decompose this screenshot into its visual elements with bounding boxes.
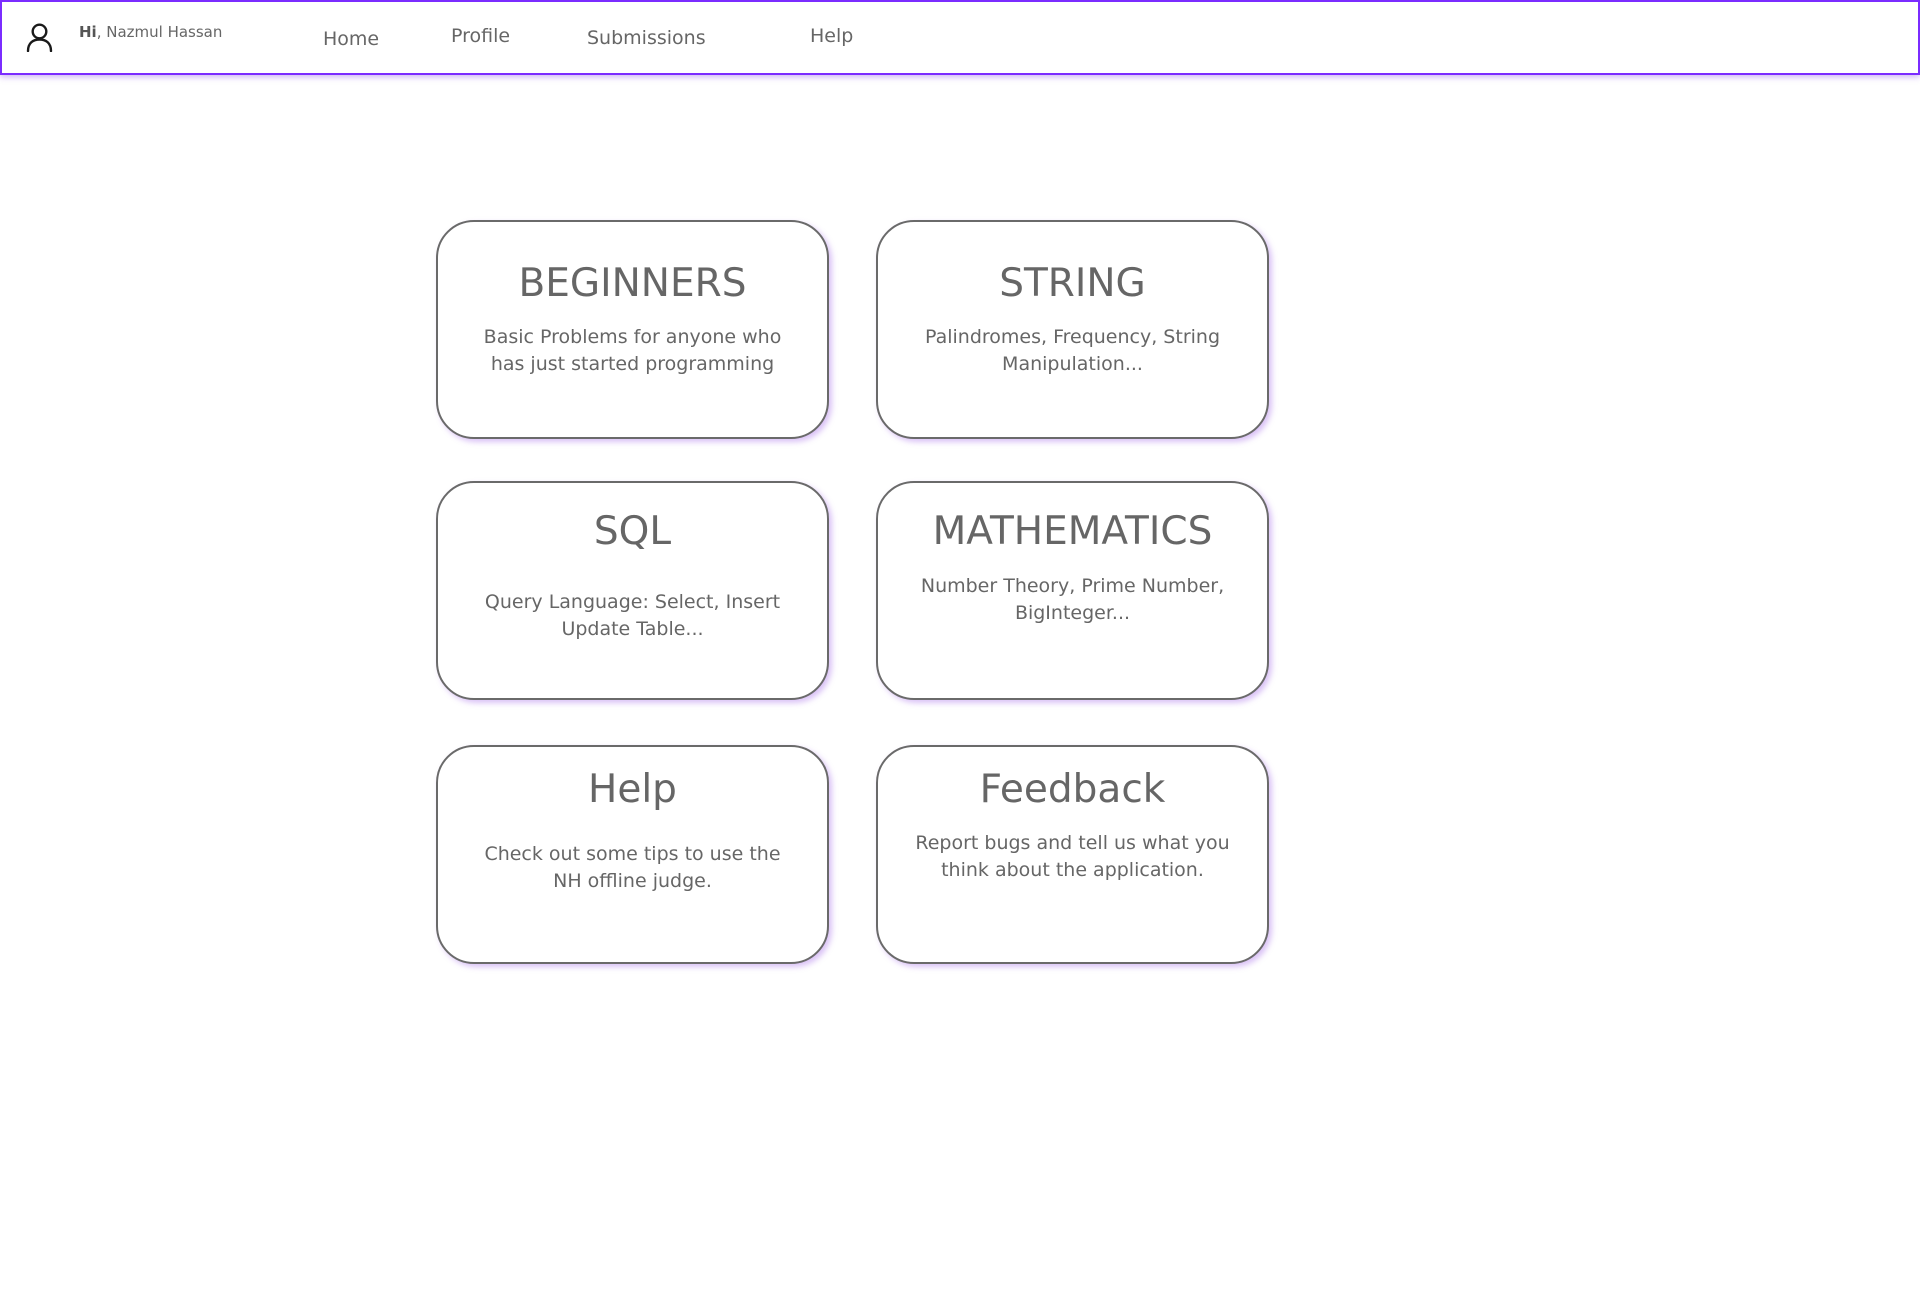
card-description-line: BigInteger... (1014, 602, 1131, 624)
card-title: MATHEMATICS (932, 509, 1213, 554)
nav-help-link[interactable]: Help (810, 25, 853, 47)
card-description: Query Language: Select, Insert Update Ta… (438, 589, 827, 643)
card-feedback[interactable]: Feedback Report bugs and tell us what yo… (876, 745, 1269, 964)
nav-home-link[interactable]: Home (323, 28, 379, 50)
card-title: STRING (999, 261, 1146, 306)
card-description-line: Query Language: Select, Insert (484, 591, 781, 613)
card-title: Feedback (979, 767, 1166, 812)
card-description-line: Check out some tips to use the (484, 843, 781, 865)
card-description-line: Update Table... (561, 618, 704, 640)
card-description-line: Palindromes, Frequency, String (924, 326, 1221, 348)
card-title: Help (588, 767, 677, 812)
card-description-line: Basic Problems for anyone who (483, 326, 782, 348)
card-description-line: Report bugs and tell us what you (915, 832, 1230, 854)
card-description: Report bugs and tell us what you think a… (878, 830, 1267, 884)
card-sql[interactable]: SQL Query Language: Select, Insert Updat… (436, 481, 829, 700)
card-description-line: think about the application. (941, 859, 1204, 881)
card-help[interactable]: Help Check out some tips to use the NH o… (436, 745, 829, 964)
card-description: Basic Problems for anyone who has just s… (438, 324, 827, 378)
nav-profile-link[interactable]: Profile (451, 25, 510, 47)
card-description: Check out some tips to use the NH offlin… (438, 841, 827, 895)
top-navigation-bar: Hi, Nazmul Hassan Home Profile Submissio… (0, 0, 1920, 75)
user-greeting: Hi, Nazmul Hassan (79, 23, 222, 41)
card-description-line: Number Theory, Prime Number, (920, 575, 1225, 597)
user-icon[interactable] (26, 23, 53, 52)
card-description: Number Theory, Prime Number, BigInteger.… (878, 573, 1267, 627)
nav-submissions-link[interactable]: Submissions (587, 27, 706, 49)
card-description-line: has just started programming (490, 353, 775, 375)
card-title: BEGINNERS (518, 261, 747, 306)
greeting-prefix: Hi (79, 23, 97, 41)
card-description: Palindromes, Frequency, String Manipulat… (878, 324, 1267, 378)
card-string[interactable]: STRING Palindromes, Frequency, String Ma… (876, 220, 1269, 439)
card-description-line: NH offline judge. (553, 870, 712, 892)
greeting-username: , Nazmul Hassan (96, 23, 223, 41)
card-mathematics[interactable]: MATHEMATICS Number Theory, Prime Number,… (876, 481, 1269, 700)
card-title: SQL (593, 509, 672, 554)
card-beginners[interactable]: BEGINNERS Basic Problems for anyone who … (436, 220, 829, 439)
card-description-line: Manipulation... (1002, 353, 1143, 375)
